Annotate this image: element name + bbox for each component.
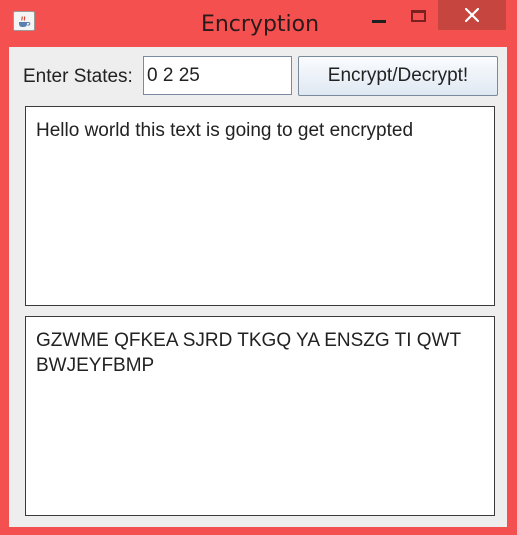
maximize-button[interactable]: [404, 0, 434, 32]
title-bar[interactable]: Encryption: [0, 0, 517, 46]
close-icon: [465, 8, 479, 22]
minimize-button[interactable]: [364, 0, 394, 32]
content-panel: Enter States: Encrypt/Decrypt! Hello wor…: [9, 47, 507, 527]
states-input[interactable]: [143, 56, 292, 95]
maximize-icon: [411, 10, 426, 22]
minimize-icon: [372, 20, 386, 23]
app-window: Encryption Enter States: Encrypt/Decrypt…: [0, 0, 517, 535]
close-button[interactable]: [438, 0, 506, 30]
encrypt-decrypt-button[interactable]: Encrypt/Decrypt!: [298, 56, 498, 96]
plaintext-area[interactable]: Hello world this text is going to get en…: [25, 106, 495, 306]
states-label: Enter States:: [23, 66, 133, 87]
ciphertext-area[interactable]: GZWME QFKEA SJRD TKGQ YA ENSZG TI QWT BW…: [25, 316, 495, 516]
